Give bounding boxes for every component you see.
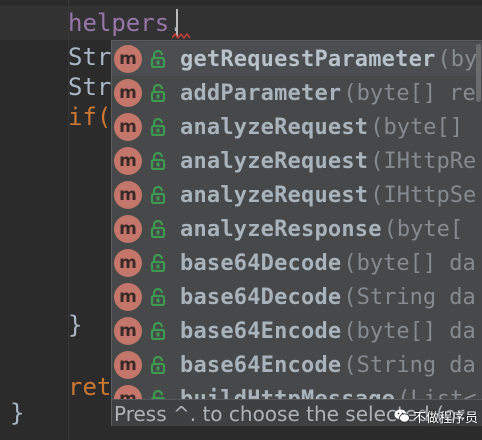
watermark: 不做程序员 [394,406,478,426]
public-lock-icon [150,220,166,238]
method-icon: m [114,283,142,311]
public-lock-icon [150,288,166,306]
completion-item-name: analyzeRequest [180,182,369,208]
completion-item[interactable]: m base64Decode (byte[] da [112,246,482,280]
error-squiggle [172,33,191,39]
method-icon: m [114,113,142,141]
code-line: helpers. [68,8,184,38]
watermark-text: 不做程序员 [412,410,478,426]
completion-item-params: (byte[] da [343,318,476,344]
completion-item[interactable]: m analyzeResponse (byte[ [112,212,482,246]
completion-item-name: base64Decode [180,284,342,310]
completion-popup[interactable]: m getRequestParameter (by m addParameter (byt… [111,40,482,426]
code-token: Str [68,73,112,101]
code-token: Str [68,43,112,71]
public-lock-icon [150,356,166,374]
code-line: } [68,310,82,340]
method-icon: m [114,79,142,107]
code-token: } [10,399,25,427]
completion-item-params: (IHttpRe [370,148,477,174]
public-lock-icon [150,254,166,272]
completion-item[interactable]: m analyzeRequest (byte[] [112,110,482,144]
completion-item[interactable]: m addParameter (byte[] re [112,76,482,110]
completion-item-params: (by [437,46,478,72]
method-icon: m [114,215,142,243]
code-token: helpers [68,9,170,37]
completion-item-params: (byte[] re [343,80,476,106]
completion-item[interactable]: m base64Decode (String da [112,280,482,314]
public-lock-icon [150,152,166,170]
completion-item-name: analyzeRequest [180,114,369,140]
method-icon: m [114,147,142,175]
method-icon: m [114,45,142,73]
completion-list[interactable]: m getRequestParameter (by m addParameter (byt… [112,41,482,399]
completion-item-name: base64Decode [180,250,342,276]
completion-item-name: analyzeRequest [180,148,369,174]
completion-item[interactable]: m analyzeRequest (IHttpRe [112,144,482,178]
completion-item-params: (byte[ [383,216,464,242]
code-token: if( [68,103,112,131]
completion-scrollbar[interactable] [476,44,481,102]
method-icon: m [114,249,142,277]
method-icon: m [114,317,142,345]
completion-item-name: analyzeResponse [180,216,382,242]
code-line: if( [68,102,111,132]
completion-item[interactable]: m buildHttpMessage (List< [112,382,482,399]
wechat-logo-icon [394,409,410,423]
code-token: ret [68,373,112,401]
completion-item-name: getRequestParameter [180,46,436,72]
completion-item-name: base64Encode [180,318,342,344]
completion-item[interactable]: m base64Encode (byte[] da [112,314,482,348]
completion-item[interactable]: m base64Encode (String da [112,348,482,382]
method-icon: m [114,351,142,379]
method-icon: m [114,181,142,209]
code-line: Str [68,72,111,102]
public-lock-icon [150,186,166,204]
public-lock-icon [150,84,166,102]
code-line: } [10,398,24,428]
completion-item-params: (IHttpSe [370,182,477,208]
completion-item-params: (String da [343,352,476,378]
completion-item-name: addParameter [180,80,342,106]
code-token: } [68,311,83,339]
completion-item-params: (List< [397,386,477,400]
public-lock-icon [150,322,166,340]
completion-item-params: (byte[] [370,114,463,140]
completion-item[interactable]: m getRequestParameter (by [112,42,482,76]
public-lock-icon [150,118,166,136]
code-line: ret [68,372,111,402]
completion-item-params: (byte[] da [343,250,476,276]
completion-item-params: (String da [343,284,476,310]
method-icon: m [114,385,142,399]
public-lock-icon [150,50,166,68]
completion-item[interactable]: m analyzeRequest (IHttpSe [112,178,482,212]
code-line: Str [68,42,111,72]
completion-item-name: base64Encode [180,352,342,378]
public-lock-icon [150,390,166,399]
completion-item-name: buildHttpMessage [180,386,396,400]
